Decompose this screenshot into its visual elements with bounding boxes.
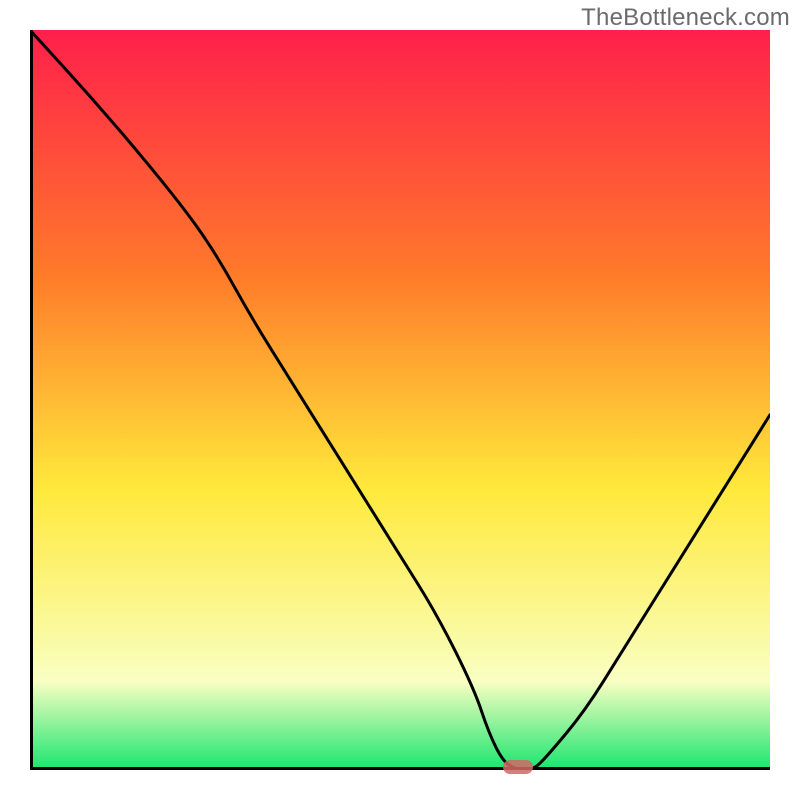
watermark-text: TheBottleneck.com [581,4,790,32]
gradient-background [30,30,770,770]
optimal-marker [503,760,533,774]
chart-svg [30,30,770,770]
chart-plot-area [30,30,770,770]
